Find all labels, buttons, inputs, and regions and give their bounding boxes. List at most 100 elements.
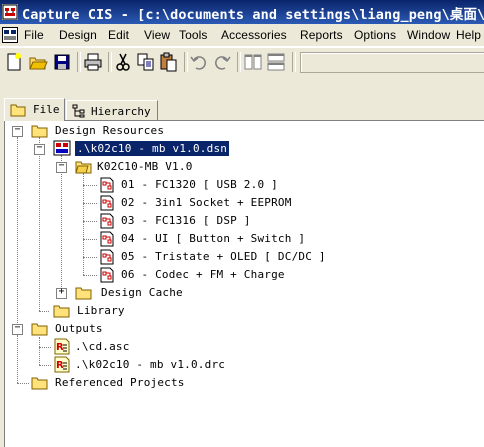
tree-node-label: .\k02c10 - mb v1.0.dsn xyxy=(75,141,230,156)
tree-node-page[interactable]: 05 - Tristate + OLED [ DC/DC ] xyxy=(97,248,327,265)
document-system-menu-icon[interactable] xyxy=(2,27,18,43)
collapse-toggle[interactable]: − xyxy=(12,124,23,137)
toolbar-spacer xyxy=(0,76,484,98)
schematic-page-icon xyxy=(100,177,114,193)
hierarchy-icon xyxy=(72,104,85,118)
tree-node-page[interactable]: 03 - FC1316 [ DSP ] xyxy=(97,212,317,229)
new-icon[interactable] xyxy=(3,51,25,73)
tree-node-library[interactable]: Library xyxy=(51,302,171,319)
tree-node-label: Library xyxy=(77,304,125,317)
tree-connector xyxy=(17,335,18,383)
tree-node-output-file[interactable]: R .\k02c10 - mb v1.0.drc xyxy=(51,356,251,373)
tree-node-label: Outputs xyxy=(55,322,103,335)
report-file-icon: R xyxy=(54,338,70,355)
tree-connector xyxy=(83,275,97,276)
tree-connector xyxy=(83,185,97,186)
tree-node-label: 02 - 3in1 Socket + EEPROM xyxy=(121,196,292,209)
tree-node-page[interactable]: 04 - UI [ Button + Switch ] xyxy=(97,230,317,247)
undo-icon[interactable] xyxy=(188,51,210,73)
tree-node-label: .\cd.asc xyxy=(75,340,130,353)
window-title: Capture CIS - [c:\documents and settings… xyxy=(22,7,484,23)
folder-icon xyxy=(10,104,26,117)
toolbar-separator xyxy=(292,52,296,72)
redo-icon[interactable] xyxy=(211,51,233,73)
tree-node-referenced-projects[interactable]: Referenced Projects xyxy=(29,374,209,391)
tab-file[interactable]: File xyxy=(4,98,65,121)
menu-window[interactable]: Window xyxy=(407,28,450,42)
tree-node-page[interactable]: 01 - FC1320 [ USB 2.0 ] xyxy=(97,176,317,193)
tree-node-label: 06 - Codec + FM + Charge xyxy=(121,268,285,281)
menu-bar: File Design Edit View Tools Accessories … xyxy=(0,24,484,47)
menu-help[interactable]: Help xyxy=(456,28,481,42)
tree-node-output-file[interactable]: R .\cd.asc xyxy=(51,338,211,355)
tree-connector xyxy=(83,203,97,204)
tree-connector xyxy=(17,383,29,384)
capture-app-icon xyxy=(2,4,18,20)
menu-tools[interactable]: Tools xyxy=(179,28,208,42)
tree-connector xyxy=(83,221,97,222)
menu-edit[interactable]: Edit xyxy=(108,28,129,42)
tree-node-label: 03 - FC1316 [ DSP ] xyxy=(121,214,251,227)
menu-file[interactable]: File xyxy=(24,28,44,42)
tree-connector xyxy=(39,137,40,311)
menu-view[interactable]: View xyxy=(144,28,170,42)
collapse-toggle[interactable]: − xyxy=(56,160,67,173)
tree-node-design-file[interactable]: .\k02c10 - mb v1.0.dsn xyxy=(51,140,230,157)
tree-connector xyxy=(39,347,51,348)
tab-hierarchy-label: Hierarchy xyxy=(91,105,151,118)
folder-icon xyxy=(31,377,48,390)
tree-connector xyxy=(83,239,97,240)
tree-node-design-resources[interactable]: Design Resources xyxy=(29,122,169,139)
paste-icon[interactable] xyxy=(158,51,180,73)
tab-file-label: File xyxy=(33,103,60,116)
toolbar-combo-input[interactable] xyxy=(300,52,484,73)
open-folder-icon[interactable] xyxy=(27,51,49,73)
tree-node-outputs[interactable]: Outputs xyxy=(29,320,149,337)
tree-node-label: 01 - FC1320 [ USB 2.0 ] xyxy=(121,178,278,191)
folder-icon xyxy=(31,323,48,336)
schematic-page-icon xyxy=(100,195,114,211)
tile-horizontal-icon[interactable] xyxy=(265,51,287,73)
folder-icon xyxy=(31,125,48,138)
menu-design[interactable]: Design xyxy=(59,28,97,42)
tree-node-label: Design Cache xyxy=(101,286,183,299)
tree-node-label: 04 - UI [ Button + Switch ] xyxy=(121,232,306,245)
svg-text:R: R xyxy=(56,342,64,353)
tree-node-label: Referenced Projects xyxy=(55,376,185,389)
svg-text:R: R xyxy=(56,360,64,371)
tree-connector xyxy=(39,337,40,365)
tile-vertical-icon[interactable] xyxy=(242,51,264,73)
report-file-icon: R xyxy=(54,356,70,373)
tree-node-label: Design Resources xyxy=(55,124,165,137)
cut-icon[interactable] xyxy=(112,51,134,73)
tree-node-page[interactable]: 02 - 3in1 Socket + EEPROM xyxy=(97,194,317,211)
title-bar[interactable]: Capture CIS - [c:\documents and settings… xyxy=(0,0,484,24)
schematic-page-icon xyxy=(100,213,114,229)
print-icon[interactable] xyxy=(82,51,104,73)
tree-node-page[interactable]: 06 - Codec + FM + Charge xyxy=(97,266,317,283)
project-tabs: File Hierarchy xyxy=(0,98,484,122)
tree-connector xyxy=(83,173,84,275)
tree-node-design-cache[interactable]: Design Cache xyxy=(73,284,203,301)
folder-icon xyxy=(53,305,70,318)
menu-accessories[interactable]: Accessories xyxy=(221,28,287,42)
design-file-icon xyxy=(53,140,71,156)
expand-toggle[interactable]: + xyxy=(56,286,67,299)
schematic-page-icon xyxy=(100,231,114,247)
tree-node-label: K02C10-MB V1.0 xyxy=(97,160,193,173)
menu-reports[interactable]: Reports xyxy=(300,28,343,42)
toolbar-separator xyxy=(237,52,241,72)
tree-connector xyxy=(39,365,51,366)
menu-options[interactable]: Options xyxy=(354,28,396,42)
tree-connector xyxy=(39,311,49,312)
save-icon[interactable] xyxy=(51,51,73,73)
copy-icon[interactable] xyxy=(135,51,157,73)
collapse-toggle[interactable]: − xyxy=(34,142,45,155)
tab-hierarchy[interactable]: Hierarchy xyxy=(66,100,158,121)
collapse-toggle[interactable]: − xyxy=(12,322,23,335)
tree-connector xyxy=(83,257,97,258)
folder-icon xyxy=(75,287,92,300)
toolbar xyxy=(0,47,484,77)
toolbar-separator xyxy=(77,52,81,72)
tree-node-schematic-folder[interactable]: K02C10-MB V1.0 xyxy=(73,158,213,175)
